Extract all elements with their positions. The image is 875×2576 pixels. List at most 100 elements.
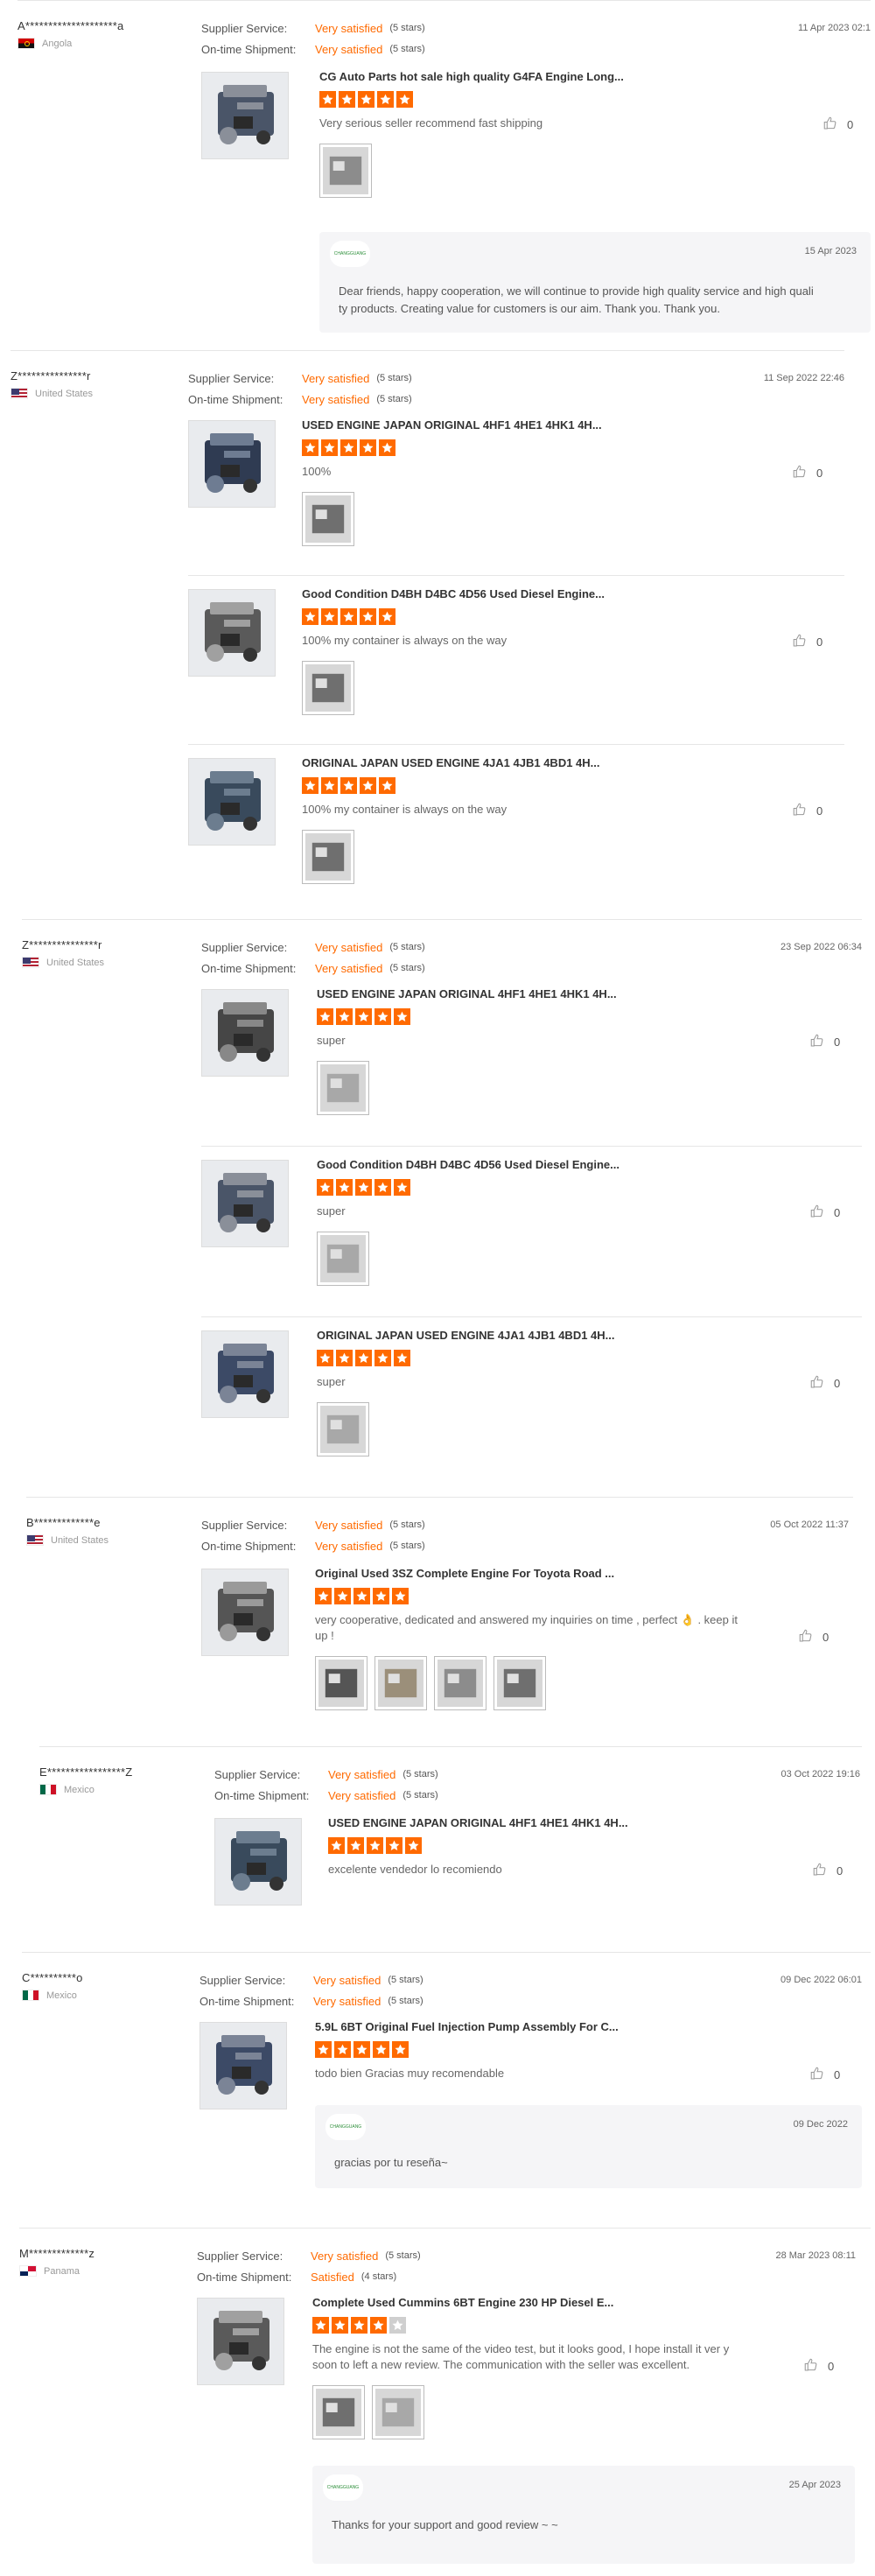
product-title[interactable]: Complete Used Cummins 6BT Engine 230 HP …	[312, 2296, 613, 2309]
reviewer-country: Mexico	[39, 1784, 206, 1795]
review-comment: 100%	[302, 465, 332, 478]
review-photo[interactable]	[374, 1656, 427, 1710]
helpful-like-button[interactable]: 0	[792, 464, 822, 482]
star-filled-icon	[386, 1837, 402, 1854]
product-thumbnail[interactable]	[197, 2298, 284, 2385]
reply-text: ty products. Creating value for customer…	[339, 302, 720, 315]
product-title[interactable]: USED ENGINE JAPAN ORIGINAL 4HF1 4HE1 4HK…	[317, 987, 617, 1000]
review-photo[interactable]	[302, 492, 354, 546]
product-title[interactable]: 5.9L 6BT Original Fuel Injection Pump As…	[315, 2020, 619, 2033]
supplier-service-stars: (5 stars)	[376, 373, 412, 383]
product-thumbnail[interactable]	[200, 2022, 287, 2109]
thumbs-up-icon	[792, 802, 808, 820]
product-thumbnail[interactable]	[201, 1569, 289, 1656]
product-thumbnail[interactable]	[188, 758, 276, 846]
product-thumbnail[interactable]	[201, 72, 289, 159]
thumbs-up-icon	[809, 1204, 825, 1222]
star-filled-icon	[321, 777, 338, 794]
star-filled-icon	[340, 777, 357, 794]
star-filled-icon	[351, 2317, 368, 2334]
product-title[interactable]: USED ENGINE JAPAN ORIGINAL 4HF1 4HE1 4HK…	[328, 1816, 628, 1829]
star-empty-icon	[389, 2317, 406, 2334]
card-divider	[10, 350, 844, 351]
supplier-service-value: Very satisfied	[315, 1518, 383, 1532]
product-rating	[302, 439, 396, 456]
product-thumbnail[interactable]	[201, 1330, 289, 1418]
product-title[interactable]: ORIGINAL JAPAN USED ENGINE 4JA1 4JB1 4BD…	[317, 1329, 615, 1342]
review-date: 11 Sep 2022 22:46	[763, 373, 844, 383]
product-thumbnail[interactable]	[201, 1160, 289, 1247]
review-photo[interactable]	[317, 1232, 369, 1286]
product-title[interactable]: Good Condition D4BH D4BC 4D56 Used Diese…	[302, 587, 605, 600]
helpful-like-button[interactable]: 0	[792, 633, 822, 651]
helpful-like-button[interactable]: 0	[809, 1204, 840, 1222]
review-photo[interactable]	[302, 661, 354, 715]
review-photo[interactable]	[317, 1402, 369, 1456]
product-title[interactable]: ORIGINAL JAPAN USED ENGINE 4JA1 4JB1 4BD…	[302, 756, 600, 769]
star-filled-icon	[302, 608, 318, 625]
star-filled-icon	[392, 2041, 409, 2058]
star-filled-icon	[358, 91, 374, 108]
star-filled-icon	[374, 1350, 391, 1366]
review-photo[interactable]	[317, 1061, 369, 1115]
helpful-like-button[interactable]: 0	[812, 1862, 843, 1880]
like-count: 0	[834, 1035, 841, 1049]
star-filled-icon	[405, 1837, 422, 1854]
helpful-like-button[interactable]: 0	[803, 2357, 834, 2376]
helpful-like-button[interactable]: 0	[798, 1628, 829, 1646]
product-title[interactable]: USED ENGINE JAPAN ORIGINAL 4HF1 4HE1 4HK…	[302, 418, 602, 432]
review-photo[interactable]	[312, 2385, 365, 2439]
reply-text: Dear friends, happy cooperation, we will…	[339, 284, 814, 298]
thumbs-up-icon	[792, 633, 808, 651]
helpful-like-button[interactable]: 0	[822, 116, 853, 134]
helpful-like-button[interactable]: 0	[809, 1033, 840, 1051]
product-title[interactable]: CG Auto Parts hot sale high quality G4FA…	[319, 70, 624, 83]
like-count: 0	[834, 1206, 841, 1219]
review-photo[interactable]	[372, 2385, 424, 2439]
star-filled-icon	[347, 1837, 364, 1854]
reviewer-name: A********************a	[18, 19, 124, 32]
helpful-like-button[interactable]: 0	[809, 1374, 840, 1393]
star-filled-icon	[319, 91, 336, 108]
ontime-shipment-stars: (5 stars)	[376, 394, 412, 404]
star-filled-icon	[312, 2317, 329, 2334]
supplier-service-stars: (5 stars)	[389, 942, 425, 952]
star-filled-icon	[336, 1179, 353, 1196]
like-count: 0	[834, 2068, 841, 2081]
ontime-shipment-label: On-time Shipment:	[201, 961, 297, 975]
ontime-shipment-value: Very satisfied	[315, 961, 383, 975]
review-date: 11 Apr 2023 02:1	[798, 23, 871, 33]
star-filled-icon	[354, 1588, 370, 1604]
review-photo[interactable]	[302, 830, 354, 884]
product-thumbnail[interactable]	[188, 589, 276, 677]
star-filled-icon	[340, 608, 357, 625]
star-filled-icon	[373, 2041, 389, 2058]
review-photo[interactable]	[434, 1656, 486, 1710]
star-filled-icon	[379, 608, 396, 625]
reviewer-name: M*************z	[19, 2247, 95, 2260]
review-card: Z***************r United States Supplier…	[10, 350, 844, 910]
ontime-shipment-stars: (5 stars)	[388, 1996, 424, 2006]
product-divider	[188, 575, 844, 576]
rating-summary: Supplier Service: Very satisfied (5 stars)…	[201, 937, 425, 979]
rating-summary: Supplier Service: Very satisfied (5 stars)…	[201, 1514, 425, 1556]
product-title[interactable]: Good Condition D4BH D4BC 4D56 Used Diese…	[317, 1158, 620, 1171]
product-thumbnail[interactable]	[214, 1818, 302, 1906]
helpful-like-button[interactable]: 0	[792, 802, 822, 820]
review-photo[interactable]	[315, 1656, 368, 1710]
helpful-like-button[interactable]: 0	[809, 2066, 840, 2084]
ontime-shipment-stars: (5 stars)	[389, 1541, 425, 1551]
review-photo[interactable]	[319, 144, 372, 198]
review-comment: super	[317, 1034, 346, 1047]
star-filled-icon	[355, 1008, 372, 1025]
product-thumbnail[interactable]	[201, 989, 289, 1077]
thumbs-up-icon	[809, 1033, 825, 1051]
product-thumbnail[interactable]	[188, 420, 276, 508]
country-name: Panama	[44, 2265, 80, 2277]
review-photo[interactable]	[494, 1656, 546, 1710]
review-date: 23 Sep 2022 06:34	[780, 942, 862, 952]
panama-flag-icon	[19, 2265, 37, 2277]
product-title[interactable]: Original Used 3SZ Complete Engine For To…	[315, 1567, 614, 1580]
reviewer-name: Z***************r	[10, 369, 91, 383]
card-divider	[39, 1746, 862, 1747]
